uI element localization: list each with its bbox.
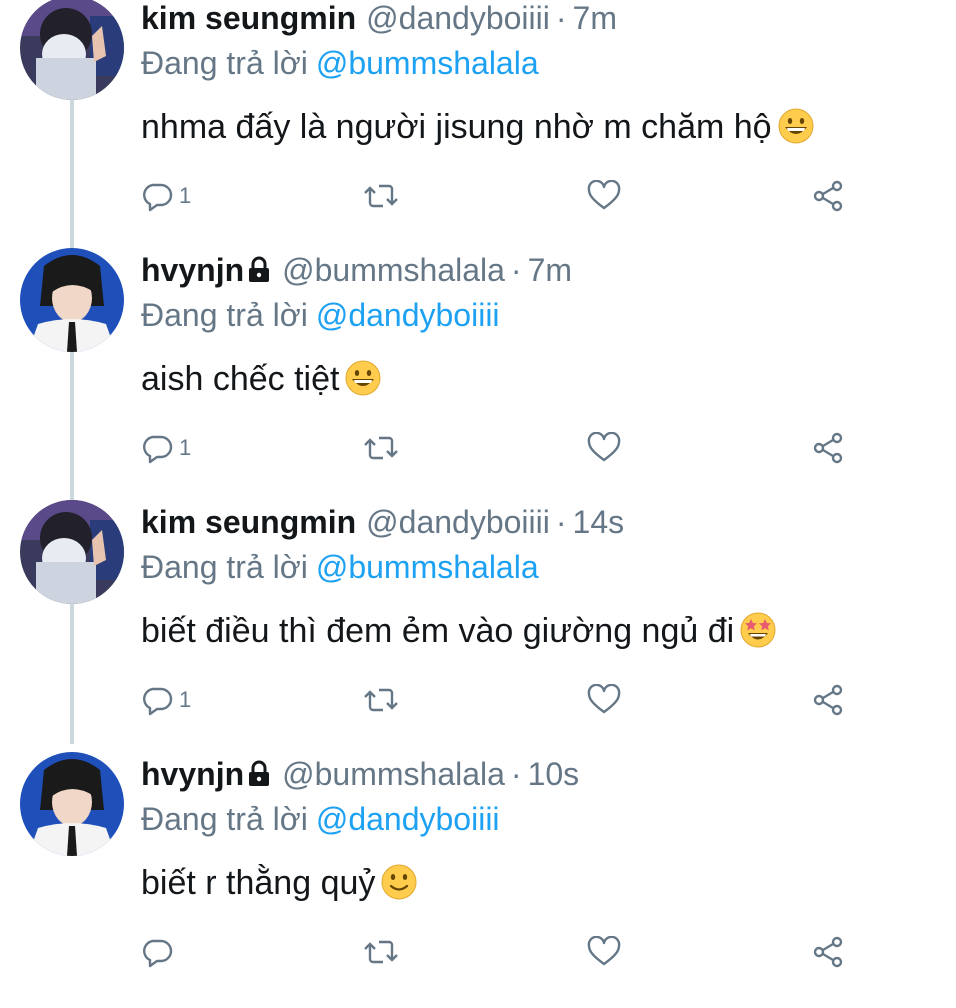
timestamp[interactable]: 7m	[528, 252, 572, 288]
replying-to-label: Đang trả lời	[141, 549, 308, 585]
avatar[interactable]	[20, 500, 124, 604]
reply-button[interactable]: 1	[141, 174, 191, 218]
mask-selfie-avatar-image	[20, 500, 124, 604]
user-handle[interactable]: @bummshalala	[282, 756, 505, 792]
heart-icon	[587, 180, 621, 210]
like-button[interactable]	[587, 426, 621, 470]
tweet-text: aish chếc tiệt	[141, 360, 340, 398]
separator-dot: ·	[555, 0, 567, 36]
share-icon	[813, 684, 843, 716]
tweet-actions: 1	[141, 174, 861, 218]
retweet-icon	[364, 940, 398, 964]
tweet-actions	[141, 930, 861, 974]
replying-to-label: Đang trả lời	[141, 801, 308, 837]
reply-button[interactable]: 1	[141, 678, 191, 722]
tweet-actions: 1	[141, 678, 861, 722]
share-icon	[813, 936, 843, 968]
reply-mention-link[interactable]: @dandyboiiii	[316, 297, 500, 333]
share-button[interactable]	[811, 174, 845, 218]
share-button[interactable]	[811, 930, 845, 974]
avatar[interactable]	[20, 248, 124, 352]
timestamp[interactable]: 7m	[573, 0, 617, 36]
star-struck-emoji-icon	[740, 612, 776, 660]
replying-to-label: Đang trả lời	[141, 45, 308, 81]
heart-icon	[587, 432, 621, 462]
tweet-actions: 1	[141, 426, 861, 470]
school-uniform-avatar-image	[20, 752, 124, 856]
separator-dot: ·	[510, 252, 522, 288]
reply-mention-link[interactable]: @bummshalala	[316, 549, 539, 585]
slightly-smiling-face-emoji-icon	[381, 864, 417, 912]
school-uniform-avatar-image	[20, 248, 124, 352]
like-button[interactable]	[587, 174, 621, 218]
tweet[interactable]: hvynjn @bummshalala · 10s Đang trả lời @dand…	[0, 752, 956, 1008]
reply-icon	[143, 939, 173, 968]
retweet-icon	[364, 436, 398, 460]
grinning-face-emoji-icon	[778, 108, 814, 156]
replying-to-label: Đang trả lời	[141, 297, 308, 333]
reply-icon	[143, 687, 173, 716]
user-handle[interactable]: @bummshalala	[282, 252, 505, 288]
share-button[interactable]	[811, 426, 845, 470]
reply-icon	[143, 435, 173, 464]
lock-icon	[249, 760, 270, 786]
retweet-button[interactable]	[363, 174, 399, 218]
user-handle[interactable]: @dandyboiiii	[366, 504, 550, 540]
display-name[interactable]: kim seungmin	[141, 504, 356, 540]
display-name[interactable]: kim seungmin	[141, 0, 356, 36]
grinning-face-emoji-icon	[345, 360, 381, 408]
like-button[interactable]	[587, 678, 621, 722]
reply-count: 1	[179, 687, 192, 712]
avatar[interactable]	[20, 0, 124, 100]
timestamp[interactable]: 14s	[573, 504, 625, 540]
tweet-text: biết điều thì đem ẻm vào giường ngủ đi	[141, 612, 735, 650]
retweet-icon	[364, 688, 398, 712]
lock-icon	[249, 256, 270, 282]
avatar[interactable]	[20, 752, 124, 856]
separator-dot: ·	[510, 756, 522, 792]
display-name[interactable]: hvynjn	[141, 756, 244, 792]
reply-mention-link[interactable]: @dandyboiiii	[316, 801, 500, 837]
reply-button[interactable]	[141, 930, 179, 974]
tweet-text: nhma đấy là người jisung nhờ m chăm hộ	[141, 108, 772, 146]
display-name[interactable]: hvynjn	[141, 252, 244, 288]
share-button[interactable]	[811, 678, 845, 722]
tweet[interactable]: kim seungmin @dandyboiiii · 14s Đang trả lờ…	[0, 500, 956, 756]
timestamp[interactable]: 10s	[528, 756, 580, 792]
tweet[interactable]: hvynjn @bummshalala · 7m Đang trả lời @dandy…	[0, 248, 956, 504]
heart-icon	[587, 684, 621, 714]
reply-icon	[143, 183, 173, 212]
retweet-button[interactable]	[363, 426, 399, 470]
retweet-button[interactable]	[363, 930, 399, 974]
separator-dot: ·	[555, 504, 567, 540]
reply-button[interactable]: 1	[141, 426, 191, 470]
share-icon	[813, 432, 843, 464]
like-button[interactable]	[587, 930, 621, 974]
retweet-icon	[364, 184, 398, 208]
retweet-button[interactable]	[363, 678, 399, 722]
heart-icon	[587, 936, 621, 966]
share-icon	[813, 180, 843, 212]
reply-count: 1	[179, 183, 192, 208]
reply-count: 1	[179, 435, 192, 460]
mask-selfie-avatar-image	[20, 0, 124, 100]
user-handle[interactable]: @dandyboiiii	[366, 0, 550, 36]
tweet-text: biết r thằng quỷ	[141, 864, 376, 902]
reply-mention-link[interactable]: @bummshalala	[316, 45, 539, 81]
tweet[interactable]: kim seungmin @dandyboiiii · 7m Đang trả lời…	[0, 0, 956, 252]
